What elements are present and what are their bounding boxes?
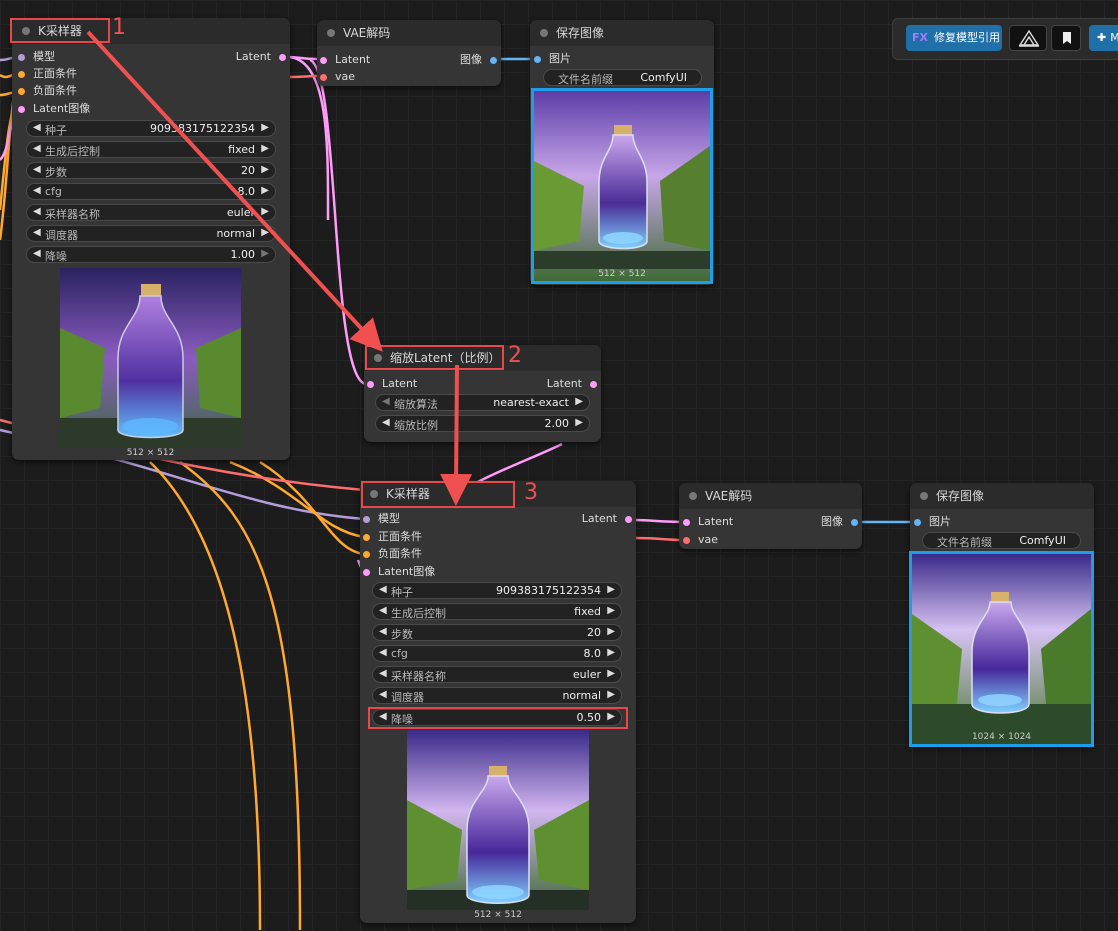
save-image-node-2[interactable]: 保存图像 图片 文件名前缀 ComfyUI 1024 × 1024 xyxy=(909,483,1094,747)
annotation-box-2 xyxy=(365,345,504,370)
save1-image-size: 512 × 512 xyxy=(598,269,646,279)
k1-steps-widget[interactable]: ◀ 步数 20 ▶ xyxy=(26,162,276,179)
annotation-number-1: 1 xyxy=(112,15,126,40)
k2-image-size: 512 × 512 xyxy=(474,910,522,920)
wire-latent-k2-vae2 xyxy=(629,518,685,524)
save1-prefix-widget[interactable]: 文件名前缀 ComfyUI xyxy=(543,69,702,86)
k2-output-latent[interactable]: Latent xyxy=(582,511,632,527)
k2-seed-widget[interactable]: ◀ 种子 909383175122354 ▶ xyxy=(372,582,622,599)
vae1-output-image[interactable]: 图像 xyxy=(460,52,497,68)
mountain-logo-button[interactable] xyxy=(1009,25,1047,51)
save1-input-image[interactable]: 图片 xyxy=(534,51,571,67)
ksampler-node-2[interactable]: K采样器 模型 正面条件 负面条件 Latent图像 Latent ◀ 种子 909… xyxy=(360,481,636,923)
wire-cond-k2-2 xyxy=(259,460,365,556)
wire-vae-1 xyxy=(289,74,321,79)
save1-title[interactable]: 保存图像 xyxy=(530,20,714,46)
save-image-node-1[interactable]: 保存图像 图片 文件名前缀 ComfyUI 512 × 512 xyxy=(530,20,714,285)
k1-control-widget[interactable]: ◀ 生成后控制 fixed ▶ xyxy=(26,141,276,158)
collapse-dot-icon[interactable] xyxy=(327,29,335,37)
bookmark-icon xyxy=(1063,32,1071,44)
k2-steps-widget[interactable]: ◀ 步数 20 ▶ xyxy=(372,624,622,641)
fix-model-refs-button[interactable]: FX 修复模型引用 xyxy=(906,25,1002,51)
k1-cfg-widget[interactable]: ◀ cfg 8.0 ▶ xyxy=(26,183,276,200)
k2-input-latent[interactable]: Latent图像 xyxy=(363,564,435,580)
upscale-output-latent[interactable]: Latent xyxy=(547,376,597,392)
fx-badge: FX xyxy=(912,31,928,44)
annotation-number-3: 3 xyxy=(524,480,538,505)
annotation-number-2: 2 xyxy=(508,343,522,368)
k2-sampler-widget[interactable]: ◀ 采样器名称 euler ▶ xyxy=(372,666,622,683)
vae1-input-latent[interactable]: Latent xyxy=(320,52,370,68)
k1-seed-widget[interactable]: ◀ 种子 909383175122354 ▶ xyxy=(26,120,276,137)
vae2-input-vae[interactable]: vae xyxy=(683,532,718,548)
vae2-output-image[interactable]: 图像 xyxy=(821,514,858,530)
k1-sampler-widget[interactable]: ◀ 采样器名称 euler ▶ xyxy=(26,204,276,221)
mountain-logo-icon xyxy=(1018,29,1040,47)
upscale-input-latent[interactable]: Latent xyxy=(367,376,417,392)
vae2-input-latent[interactable]: Latent xyxy=(683,514,733,530)
wire-latent-k1-upscale xyxy=(309,58,367,386)
collapse-dot-icon[interactable] xyxy=(920,492,928,500)
bookmark-button[interactable] xyxy=(1051,25,1081,51)
k2-cfg-widget[interactable]: ◀ cfg 8.0 ▶ xyxy=(372,645,622,662)
k2-control-widget[interactable]: ◀ 生成后控制 fixed ▶ xyxy=(372,603,622,620)
wire-upscale-k2 xyxy=(477,442,563,484)
k1-preview-image xyxy=(60,268,241,448)
vae1-title[interactable]: VAE解码 xyxy=(317,20,501,46)
annotation-box-denoise xyxy=(368,707,628,729)
collapse-dot-icon[interactable] xyxy=(540,29,548,37)
annotation-box-3 xyxy=(361,481,515,508)
save2-image-size: 1024 × 1024 xyxy=(971,732,1032,742)
k1-input-model[interactable]: 模型 xyxy=(18,49,55,65)
manager-button[interactable]: ✚ M xyxy=(1089,25,1118,51)
top-toolbar: FX 修复模型引用 ✚ M xyxy=(892,18,1118,60)
k1-denoise-widget[interactable]: ◀ 降噪 1.00 ▶ xyxy=(26,246,276,263)
ksampler-node-1[interactable]: K采样器 模型 正面条件 负面条件 Latent图像 Latent ◀ 种子 909… xyxy=(12,18,290,460)
k1-input-negative[interactable]: 负面条件 xyxy=(18,83,77,99)
save2-title[interactable]: 保存图像 xyxy=(910,483,1094,509)
k1-image-size: 512 × 512 xyxy=(126,448,175,458)
k1-scheduler-widget[interactable]: ◀ 调度器 normal ▶ xyxy=(26,225,276,242)
upscale-method-widget[interactable]: ◀ 缩放算法 nearest-exact ▶ xyxy=(375,394,590,411)
puzzle-icon: ✚ xyxy=(1097,31,1107,44)
k1-input-latent[interactable]: Latent图像 xyxy=(18,101,90,117)
annotation-box-1 xyxy=(10,18,110,43)
k2-scheduler-widget[interactable]: ◀ 调度器 normal ▶ xyxy=(372,687,622,704)
wire-vae-2 xyxy=(635,536,685,542)
k1-input-positive[interactable]: 正面条件 xyxy=(18,66,77,82)
vae2-title[interactable]: VAE解码 xyxy=(679,483,862,509)
save1-output-image: 512 × 512 xyxy=(531,88,713,284)
k2-input-model[interactable]: 模型 xyxy=(363,511,400,527)
vae-decode-node-2[interactable]: VAE解码 Latent vae 图像 xyxy=(679,483,862,549)
k2-preview-image xyxy=(407,730,589,910)
vae-decode-node-1[interactable]: VAE解码 Latent vae 图像 xyxy=(317,20,501,86)
k1-output-latent[interactable]: Latent xyxy=(236,49,286,65)
save2-output-image: 1024 × 1024 xyxy=(909,551,1094,747)
vae1-input-vae[interactable]: vae xyxy=(320,69,355,85)
save2-prefix-widget[interactable]: 文件名前缀 ComfyUI xyxy=(922,532,1081,549)
k2-input-positive[interactable]: 正面条件 xyxy=(363,529,422,545)
save2-input-image[interactable]: 图片 xyxy=(914,514,951,530)
collapse-dot-icon[interactable] xyxy=(689,492,697,500)
k2-input-negative[interactable]: 负面条件 xyxy=(363,546,422,562)
upscale-scale-widget[interactable]: ◀ 缩放比例 2.00 ▶ xyxy=(375,415,590,432)
